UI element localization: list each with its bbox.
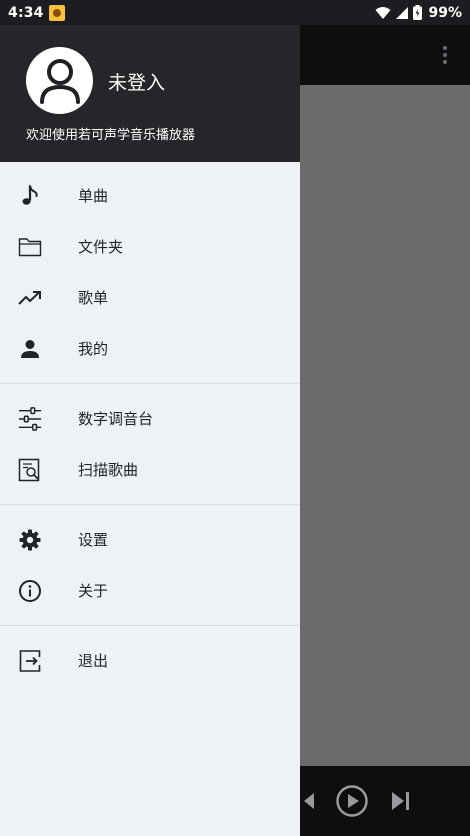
- folder-icon: [18, 235, 42, 259]
- menu-item-label: 歌单: [78, 289, 109, 307]
- menu-item-folder[interactable]: 文件夹: [0, 221, 300, 272]
- menu-item-label: 扫描歌曲: [78, 461, 139, 479]
- wifi-icon: [375, 6, 391, 19]
- exit-icon: [18, 649, 42, 673]
- status-bar: 4:34 99%: [0, 0, 470, 25]
- more-vertical-icon[interactable]: [442, 45, 448, 65]
- menu-item-settings[interactable]: 设置: [0, 514, 300, 565]
- menu-item-exit[interactable]: 退出: [0, 635, 300, 686]
- status-indicators: 99%: [375, 5, 462, 21]
- drawer-menu: 单曲 文件夹 歌单 我的 数字调音台 扫描歌曲 设置 关于 退出: [0, 162, 300, 686]
- battery-icon: [413, 5, 423, 20]
- username-label[interactable]: 未登入: [108, 68, 165, 95]
- menu-divider: [0, 504, 300, 505]
- previous-track-icon[interactable]: [300, 790, 316, 812]
- avatar[interactable]: [26, 47, 93, 114]
- next-track-icon[interactable]: [390, 790, 412, 812]
- menu-divider: [0, 383, 300, 384]
- gear-icon: [18, 528, 42, 552]
- menu-item-songs[interactable]: 单曲: [0, 170, 300, 221]
- person-icon: [18, 337, 42, 361]
- app-notification-icon: [48, 4, 65, 21]
- battery-percent: 99%: [428, 4, 462, 21]
- menu-item-label: 数字调音台: [78, 410, 154, 428]
- menu-item-label: 我的: [78, 340, 109, 358]
- status-time: 4:34: [8, 4, 44, 21]
- menu-item-label: 文件夹: [78, 238, 124, 256]
- menu-item-label: 退出: [78, 652, 109, 670]
- cell-signal-icon: [396, 6, 409, 19]
- menu-divider: [0, 625, 300, 626]
- trending-up-icon: [18, 286, 42, 310]
- menu-item-scan[interactable]: 扫描歌曲: [0, 444, 300, 495]
- sliders-icon: [18, 406, 42, 431]
- play-icon[interactable]: [335, 784, 369, 818]
- menu-item-label: 单曲: [78, 187, 109, 205]
- music-note-icon: [18, 184, 42, 208]
- scan-document-icon: [18, 458, 42, 482]
- menu-item-mine[interactable]: 我的: [0, 323, 300, 374]
- menu-item-playlist[interactable]: 歌单: [0, 272, 300, 323]
- navigation-drawer: 未登入 欢迎使用若可声学音乐播放器 单曲 文件夹 歌单 我的 数字调音台 扫描歌…: [0, 0, 300, 836]
- user-avatar-icon: [39, 58, 80, 104]
- menu-item-about[interactable]: 关于: [0, 565, 300, 616]
- menu-item-label: 关于: [78, 582, 109, 600]
- menu-item-label: 设置: [78, 531, 109, 549]
- menu-item-equalizer[interactable]: 数字调音台: [0, 393, 300, 444]
- info-icon: [18, 579, 42, 603]
- welcome-text: 欢迎使用若可声学音乐播放器: [26, 128, 196, 143]
